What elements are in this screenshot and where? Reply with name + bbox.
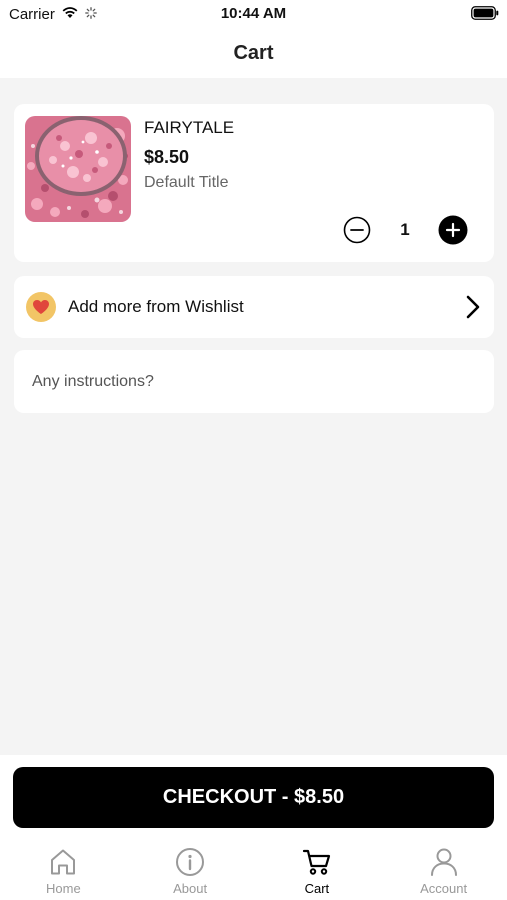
tab-account[interactable]: Account xyxy=(380,843,507,900)
checkout-button[interactable]: CHECKOUT - $8.50 xyxy=(13,767,494,828)
cart-item-card: FAIRYTALE $8.50 Default Title 1 xyxy=(14,104,494,262)
product-image[interactable] xyxy=(25,116,131,222)
increase-quantity-button[interactable] xyxy=(438,215,468,245)
battery-icon xyxy=(471,6,499,24)
info-icon xyxy=(175,846,205,878)
product-variant: Default Title xyxy=(144,174,229,191)
chevron-right-icon xyxy=(466,295,480,324)
add-from-wishlist-row[interactable]: Add more from Wishlist xyxy=(14,276,494,338)
tab-about-label: About xyxy=(173,881,208,896)
tab-about[interactable]: About xyxy=(127,843,254,900)
product-price: $8.50 xyxy=(144,147,190,167)
heart-icon xyxy=(26,292,56,322)
product-name: FAIRYTALE xyxy=(144,118,235,137)
nav-bar: Cart xyxy=(0,28,507,78)
cart-icon xyxy=(302,846,332,878)
plus-circle-icon xyxy=(438,215,468,245)
tab-home[interactable]: Home xyxy=(0,843,127,900)
instructions-card xyxy=(14,350,494,413)
tab-account-label: Account xyxy=(420,881,468,896)
status-bar: Carrier 10:44 AM xyxy=(0,0,507,28)
page-title: Cart xyxy=(233,41,274,64)
status-time: 10:44 AM xyxy=(220,5,287,22)
quantity-stepper: 1 xyxy=(342,215,468,245)
quantity-value: 1 xyxy=(400,220,410,239)
minus-circle-icon xyxy=(343,216,371,244)
tab-cart-label: Cart xyxy=(304,881,330,896)
home-icon xyxy=(48,846,78,878)
account-icon xyxy=(429,846,459,878)
tab-home-label: Home xyxy=(46,881,81,896)
tab-bar: Home About Cart Account xyxy=(0,843,507,900)
decrease-quantity-button[interactable] xyxy=(342,215,372,245)
tab-cart[interactable]: Cart xyxy=(254,843,381,900)
wishlist-label: Add more from Wishlist xyxy=(68,297,244,316)
instructions-input[interactable] xyxy=(14,350,494,413)
